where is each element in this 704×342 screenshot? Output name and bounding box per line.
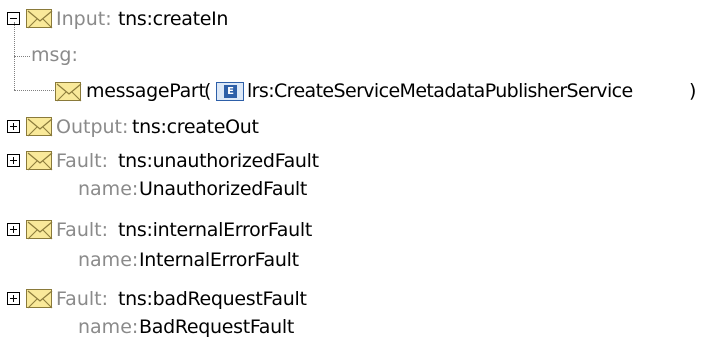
tree-node-message-part[interactable]: messagePart ( E lrs:CreateServiceMetadat… (0, 76, 704, 106)
envelope-icon (26, 117, 53, 137)
expand-icon[interactable] (7, 120, 20, 133)
fault-label: Fault: (56, 288, 108, 310)
fault-value: tns:internalErrorFault (118, 219, 313, 241)
output-value: tns:createOut (132, 116, 259, 138)
fault-name-label: name: (78, 249, 139, 271)
fault-name-label: name: (78, 316, 139, 338)
output-label: Output: (56, 116, 129, 138)
paren-close: ) (689, 80, 697, 102)
envelope-icon (55, 82, 82, 102)
tree-node-output[interactable]: Output: tns:createOut (0, 112, 704, 142)
element-e-icon: E (216, 82, 244, 101)
expand-icon[interactable] (7, 292, 20, 305)
tree-node-msg[interactable]: msg: (0, 40, 200, 70)
expand-icon[interactable] (7, 223, 20, 236)
tree-node-fault[interactable]: Fault: tns:internalErrorFault (0, 215, 704, 245)
paren-open: ( (204, 80, 212, 102)
fault-name-row: name: UnauthorizedFault (0, 174, 704, 204)
fault-name-row: name: BadRequestFault (0, 312, 704, 342)
fault-name-label: name: (78, 178, 139, 200)
element-type: lrs:CreateServiceMetadataPublisherServic… (247, 80, 633, 102)
fault-value: tns:unauthorizedFault (118, 150, 319, 172)
fault-name-row: name: InternalErrorFault (0, 245, 704, 275)
envelope-icon (26, 220, 53, 240)
message-part-name: messagePart (86, 80, 206, 102)
operation-tree: Input: tns:createIn msg: messagePart ( E… (0, 0, 704, 342)
envelope-icon (26, 9, 53, 29)
tree-node-input[interactable]: Input: tns:createIn (0, 4, 704, 34)
expand-icon[interactable] (7, 154, 20, 167)
fault-value: tns:badRequestFault (118, 288, 307, 310)
fault-name-value: InternalErrorFault (139, 249, 299, 271)
fault-label: Fault: (56, 150, 108, 172)
envelope-icon (26, 151, 53, 171)
msg-label: msg: (31, 44, 78, 66)
tree-node-fault[interactable]: Fault: tns:unauthorizedFault (0, 146, 704, 176)
fault-label: Fault: (56, 219, 108, 241)
input-label: Input: (56, 8, 112, 30)
fault-name-value: UnauthorizedFault (139, 178, 308, 200)
tree-node-fault[interactable]: Fault: tns:badRequestFault (0, 284, 704, 314)
element-badge-letter: E (224, 85, 237, 98)
fault-name-value: BadRequestFault (139, 316, 295, 338)
input-value: tns:createIn (118, 8, 229, 30)
envelope-icon (26, 289, 53, 309)
